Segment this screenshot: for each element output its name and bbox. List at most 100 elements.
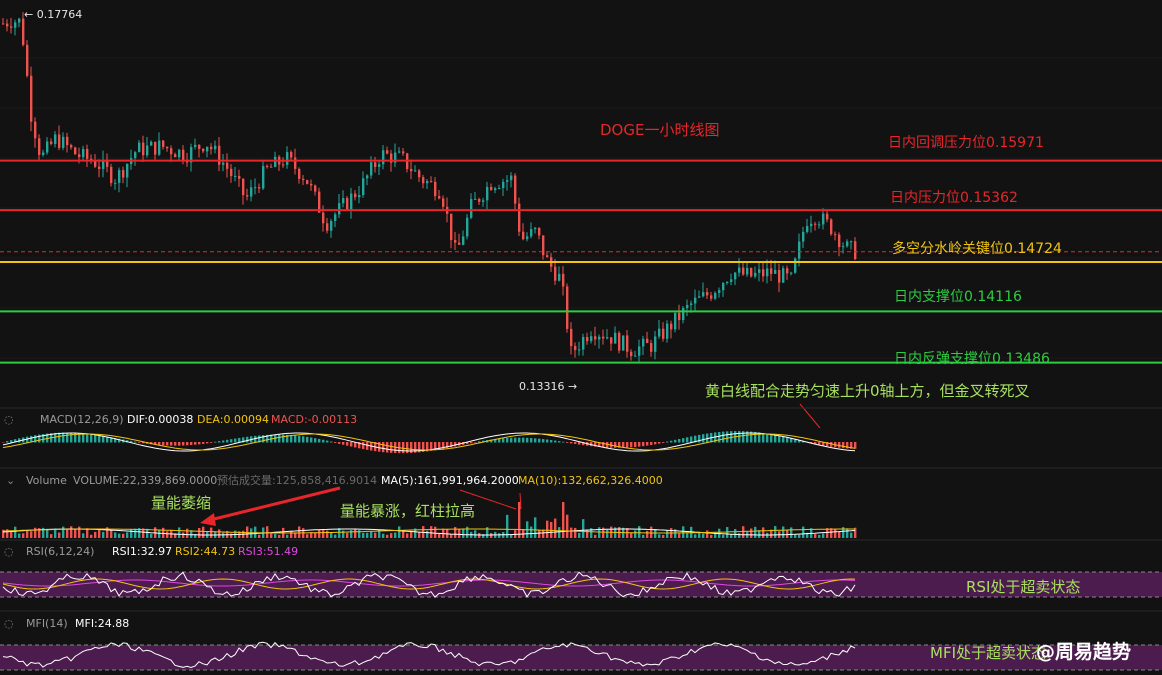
volume-value: VOLUME:22,339,869.0000 xyxy=(73,474,217,487)
macd-bar xyxy=(90,434,93,443)
macd-bar xyxy=(222,440,225,443)
candle-body xyxy=(230,168,233,177)
volume-bar xyxy=(298,526,301,538)
candle-body xyxy=(418,170,421,178)
candle-body xyxy=(530,229,533,237)
candle-body xyxy=(334,214,337,222)
volume-bar xyxy=(62,526,65,538)
candle-body xyxy=(614,332,617,344)
candle-body xyxy=(802,231,805,242)
candle-body xyxy=(474,198,477,200)
volume-bar xyxy=(566,514,569,538)
candle-body xyxy=(570,328,573,347)
macd-collapse-icon[interactable]: ◌ xyxy=(4,413,14,426)
candle-body xyxy=(786,268,789,274)
volume-bar xyxy=(330,532,333,538)
macd-bar xyxy=(558,441,561,443)
volume-bar xyxy=(354,528,357,538)
volume-bar xyxy=(326,530,329,538)
volume-bar xyxy=(390,533,393,538)
candle-body xyxy=(794,258,797,273)
rsi-collapse-icon[interactable]: ◌ xyxy=(4,545,14,558)
macd-bar xyxy=(86,433,89,443)
macd-dif: DIF:0.00038 xyxy=(127,413,193,426)
macd-bar xyxy=(202,442,205,444)
macd-bar xyxy=(770,434,773,443)
volume-bar xyxy=(634,530,637,538)
volume-bar xyxy=(730,534,733,538)
candle-body xyxy=(662,328,665,339)
candle-body xyxy=(42,152,45,155)
candle-body xyxy=(806,226,809,232)
candle-body xyxy=(54,134,57,144)
candle-body xyxy=(146,145,149,156)
candle-body xyxy=(842,246,845,248)
volume-bar xyxy=(30,531,33,538)
candle-body xyxy=(350,193,353,210)
volume-bar xyxy=(430,526,433,538)
candle-body xyxy=(610,337,613,344)
volume-ma5: MA(5):161,991,964.2000 xyxy=(381,474,519,487)
volume-bar xyxy=(694,534,697,538)
volume-bar xyxy=(434,526,437,538)
volume-bar xyxy=(710,534,713,538)
macd-bar xyxy=(718,431,721,443)
volume-collapse-icon[interactable]: ⌄ xyxy=(6,474,15,487)
candle-body xyxy=(790,272,793,274)
candle-body xyxy=(366,175,369,179)
candle-body xyxy=(566,286,569,329)
volume-bar xyxy=(150,533,153,538)
candle-body xyxy=(302,178,305,181)
candle-body xyxy=(202,148,205,152)
chart-root: DOGE一小时线图 ← 0.17764 0.13316 → 日内回调压力位0.1… xyxy=(0,8,1162,671)
candle-body xyxy=(370,162,373,176)
candle-body xyxy=(374,162,377,167)
candle-body xyxy=(22,18,25,45)
candle-body xyxy=(174,154,177,158)
candle-body xyxy=(378,164,381,167)
volume-bar xyxy=(402,531,405,538)
candle-body xyxy=(442,198,445,207)
volume-bar xyxy=(542,529,545,538)
volume-bar xyxy=(554,518,557,538)
volume-bar xyxy=(666,529,669,538)
mfi-collapse-icon[interactable]: ◌ xyxy=(4,617,14,630)
macd-bar xyxy=(774,434,777,443)
volume-bar xyxy=(818,534,821,538)
candle-body xyxy=(122,170,125,178)
volume-bar xyxy=(822,533,825,538)
candle-body xyxy=(194,144,197,147)
volume-bar xyxy=(118,533,121,538)
macd-bar xyxy=(522,437,525,443)
macd-bar xyxy=(574,442,577,445)
volume-bar xyxy=(270,533,273,538)
volume-bar xyxy=(50,534,53,538)
candle-body xyxy=(326,223,329,231)
macd-annotation: 黄白线配合走势匀速上升0轴上方，但金叉转死叉 xyxy=(705,382,1030,400)
candle-body xyxy=(766,268,769,277)
volume-ma10: MA(10):132,662,326.4000 xyxy=(518,474,663,487)
macd-bar xyxy=(314,438,317,443)
candle-body xyxy=(270,166,273,168)
volume-bar xyxy=(78,526,81,538)
candle-body xyxy=(770,268,773,274)
candle-body xyxy=(686,304,689,309)
low-marker: 0.13316 → xyxy=(519,380,577,393)
volume-note-shrink: 量能萎缩 xyxy=(151,494,211,512)
volume-bar xyxy=(722,534,725,538)
candle-body xyxy=(814,223,817,225)
macd-bar xyxy=(230,439,233,443)
macd-bar xyxy=(782,436,785,443)
candle-body xyxy=(658,328,661,337)
macd-bar xyxy=(346,442,349,446)
candle-body xyxy=(846,241,849,247)
volume-bar xyxy=(418,532,421,538)
volume-bar xyxy=(794,534,797,538)
level-label-3: 多空分水岭关键位0.14724 xyxy=(892,240,1062,257)
macd-bar xyxy=(190,442,193,446)
candle-body xyxy=(622,335,625,351)
candle-body xyxy=(674,312,677,330)
volume-bar xyxy=(702,533,705,538)
macd-title: MACD(12,26,9) xyxy=(40,413,124,426)
macd-dea: DEA:0.00094 xyxy=(197,413,269,426)
